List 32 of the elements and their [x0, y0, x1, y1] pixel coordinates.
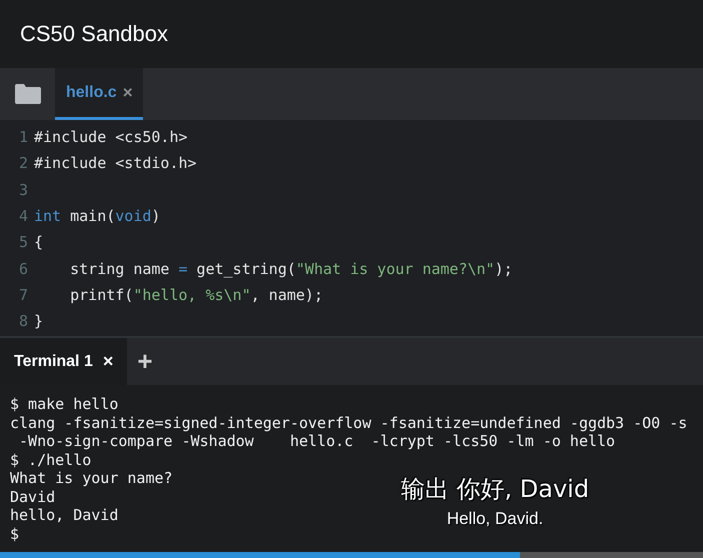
line-number: 3	[18, 180, 29, 199]
terminal-tab[interactable]: Terminal 1 ×	[0, 338, 128, 385]
terminal-line: $ make hello	[10, 395, 118, 413]
code-line: string name = get_string("What is your name?\n");	[69, 260, 513, 278]
file-tab[interactable]: hello.c ×	[55, 68, 143, 120]
line-number: 2	[18, 154, 29, 172]
code-line: int main(void)	[34, 207, 160, 226]
terminal-line: David	[10, 488, 56, 506]
terminal-line: hello, David	[10, 506, 118, 524]
terminal-line: $ ./hello	[10, 450, 92, 468]
line-number: 7	[18, 286, 29, 304]
terminal-line: $	[10, 524, 20, 542]
terminal-line: clang -fsanitize=signed-integer-overflow -fsanitize=undefined -ggdb3 -O0 -s	[10, 414, 688, 432]
code-line: }	[34, 312, 44, 330]
line-number: 4	[18, 207, 29, 226]
close-icon[interactable]: ×	[102, 351, 114, 372]
subtitle: Hello, David.	[446, 509, 544, 529]
close-icon[interactable]: ×	[122, 82, 133, 102]
app-title: CS50 Sandbox	[20, 21, 168, 47]
line-number: 1	[18, 128, 29, 146]
folder-icon[interactable]	[15, 84, 41, 104]
line-number: 8	[18, 312, 29, 330]
line-number: 6	[18, 260, 29, 278]
code-line: printf("hello, %s\n", name);	[69, 286, 323, 304]
subtitle: 输出 你好, David	[400, 474, 590, 505]
add-icon[interactable]: +	[137, 346, 153, 377]
code-line: {	[34, 233, 44, 252]
terminal-line: -Wno-sign-compare -Wshadow hello.c -lcrypt -lcs50 -lm -o hello	[18, 432, 616, 450]
code-line: #include <stdio.h>	[34, 154, 197, 172]
code-line: #include <cs50.h>	[34, 128, 188, 146]
line-number: 5	[18, 233, 29, 252]
terminal-line: What is your name?	[10, 469, 173, 487]
